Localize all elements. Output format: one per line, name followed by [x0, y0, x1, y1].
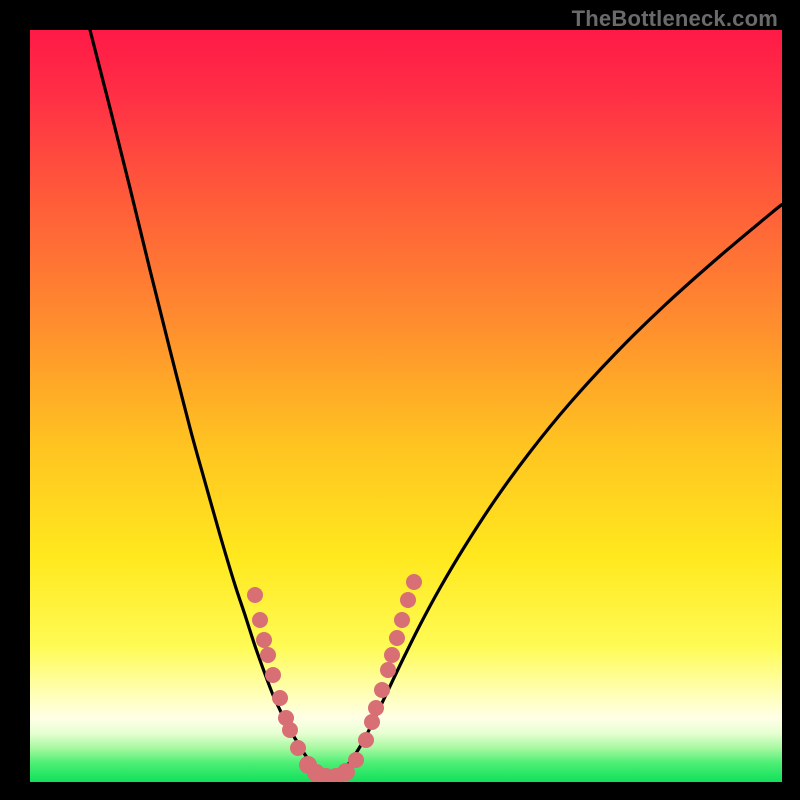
marker-point: [374, 682, 390, 698]
marker-point: [256, 632, 272, 648]
marker-point: [265, 667, 281, 683]
marker-point: [389, 630, 405, 646]
marker-point: [358, 732, 374, 748]
marker-point: [380, 662, 396, 678]
marker-point: [348, 752, 364, 768]
marker-point: [282, 722, 298, 738]
marker-point: [290, 740, 306, 756]
curves-layer: [30, 30, 782, 782]
marker-point: [364, 714, 380, 730]
marker-point: [272, 690, 288, 706]
watermark-text: TheBottleneck.com: [572, 6, 778, 32]
marker-point: [394, 612, 410, 628]
marker-point: [252, 612, 268, 628]
marker-point: [384, 647, 400, 663]
plot-area: [30, 30, 782, 782]
chart-frame: TheBottleneck.com: [0, 0, 800, 800]
marker-point: [368, 700, 384, 716]
marker-point: [260, 647, 276, 663]
marker-point: [406, 574, 422, 590]
marker-point: [400, 592, 416, 608]
marker-point: [247, 587, 263, 603]
series-right-curve: [342, 205, 782, 770]
series-left-curve: [90, 30, 320, 770]
